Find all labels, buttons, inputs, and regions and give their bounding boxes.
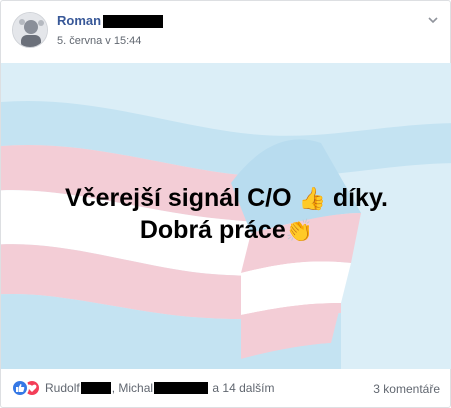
facebook-post: Roman 5. června v 15:44 Včerejší signál … (0, 0, 451, 408)
author-name[interactable]: Roman (57, 13, 101, 29)
others-count[interactable]: a 14 dalším (212, 381, 274, 395)
chevron-down-icon[interactable] (426, 13, 440, 27)
post-image[interactable]: Včerejší signál C/O 👍 díky. Dobrá práce👏 (1, 63, 451, 369)
reaction-icons[interactable] (11, 379, 43, 397)
caption-line-1: Včerejší signál C/O 👍 díky. (1, 183, 451, 215)
clapping-hands-icon: 👏 (285, 219, 314, 244)
post-header: Roman 5. června v 15:44 (1, 1, 451, 61)
reaction-summary[interactable]: Rudolf , Michal a 14 dalším (45, 381, 274, 395)
author-avatar[interactable] (12, 12, 48, 48)
avatar-photo (13, 13, 47, 47)
redaction-bar (154, 382, 209, 394)
like-icon[interactable] (11, 379, 29, 397)
caption-text-1: Včerejší signál C/O (65, 184, 292, 212)
liker-2[interactable]: Michal (118, 381, 153, 395)
caption-text-2: Dobrá práce (139, 216, 286, 244)
separator: , (111, 381, 116, 395)
redaction-bar (103, 14, 164, 28)
post-footer: Rudolf , Michal a 14 dalším 3 komentáře (1, 373, 451, 403)
comments-count[interactable]: 3 komentáře (373, 382, 440, 396)
image-caption: Včerejší signál C/O 👍 díky. Dobrá práce👏 (1, 183, 451, 247)
caption-line-2: Dobrá práce👏 (1, 215, 451, 247)
post-timestamp[interactable]: 5. června v 15:44 (57, 35, 141, 48)
redaction-bar (80, 382, 111, 394)
thumbs-up-icon: 👍 (298, 187, 326, 212)
liker-1[interactable]: Rudolf (45, 381, 80, 395)
caption-text-1-end: díky. (332, 184, 388, 212)
author-row: Roman (57, 13, 164, 29)
